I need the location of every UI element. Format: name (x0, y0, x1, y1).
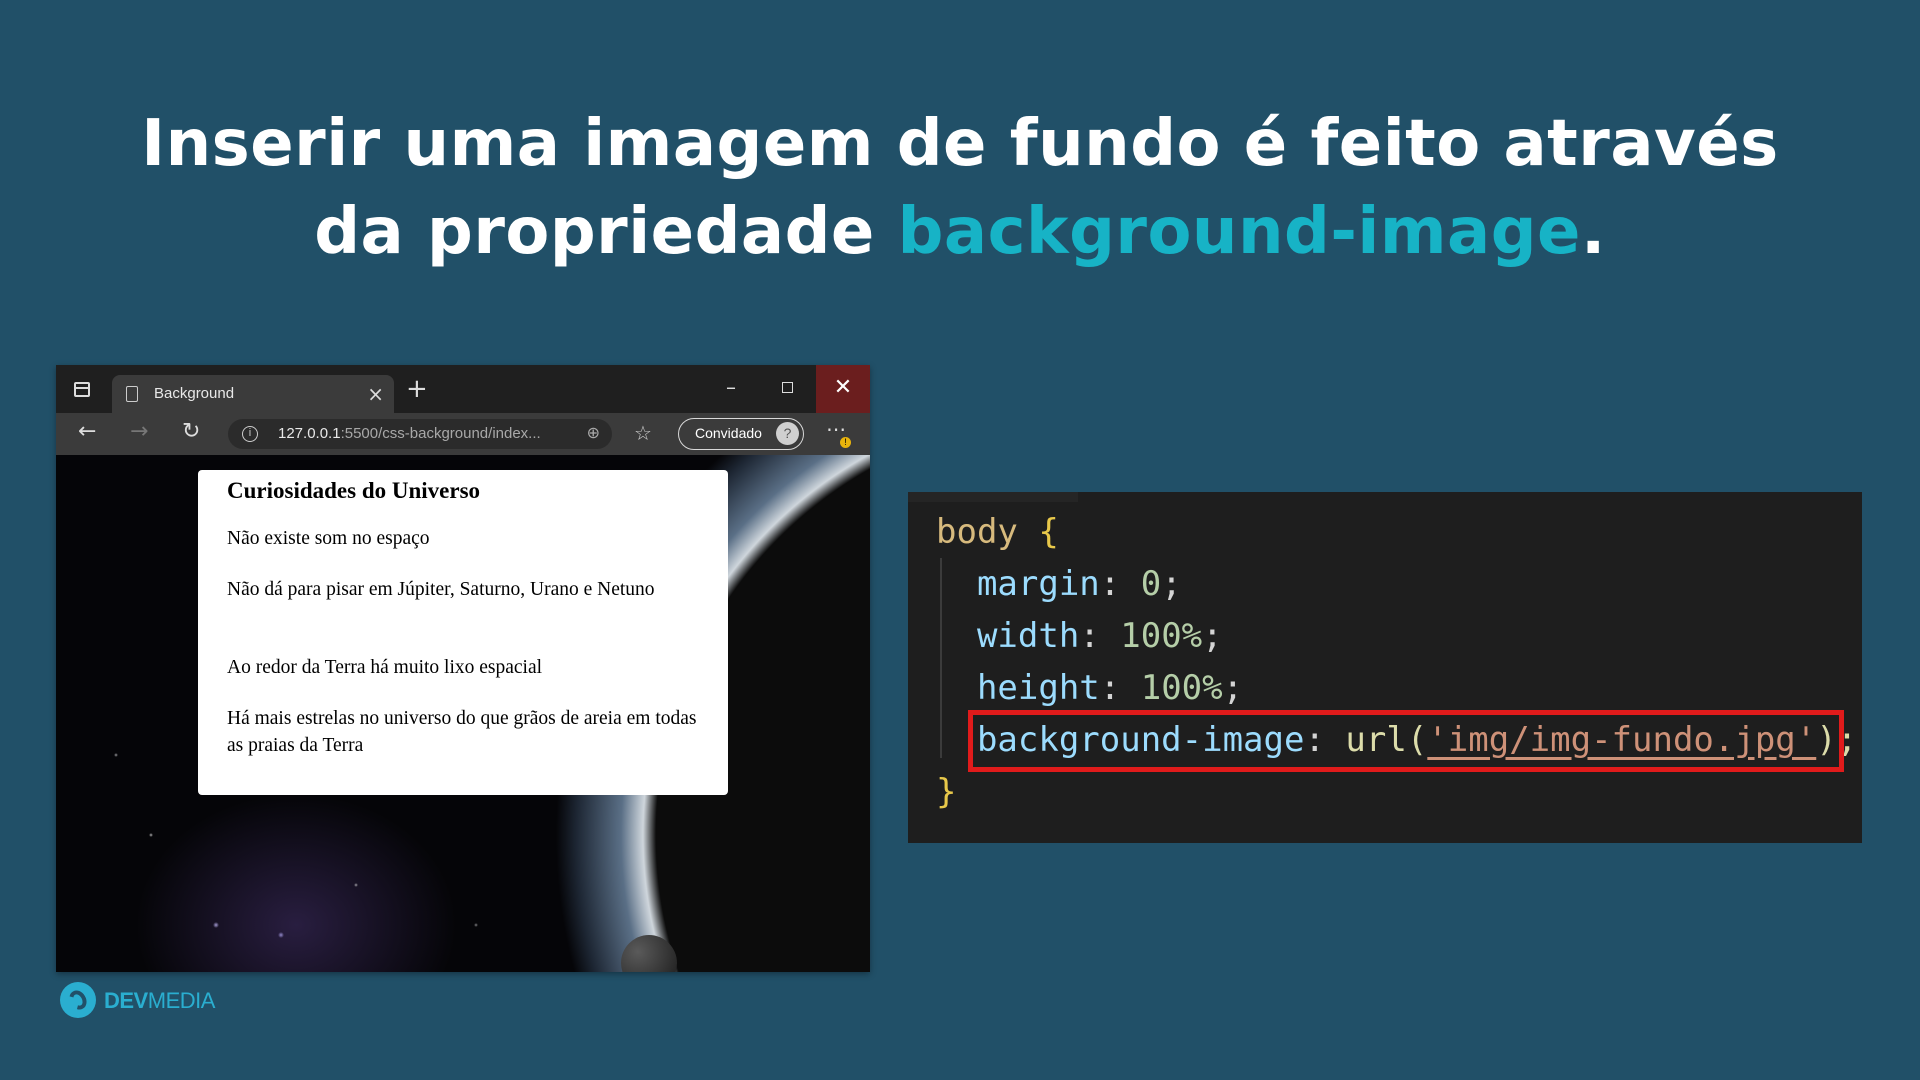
zoom-icon[interactable]: ⊕ (587, 423, 600, 442)
new-tab-button[interactable]: + (406, 375, 428, 403)
back-arrow-icon[interactable]: ← (78, 419, 96, 444)
card-item: Não dá para pisar em Júpiter, Saturno, U… (227, 579, 655, 600)
devmedia-logo-icon (60, 982, 96, 1018)
headline-accent: background-image (897, 195, 1581, 269)
info-icon[interactable]: i (242, 426, 258, 442)
content-card: Curiosidades do Universo Não existe som … (198, 470, 728, 795)
tabs-icon[interactable] (74, 382, 90, 397)
logo-text: DEVMEDIA (104, 988, 215, 1014)
moon-image (621, 935, 677, 972)
code-prop: width (976, 616, 1080, 656)
alert-badge-icon: ! (840, 437, 851, 448)
headline-suffix: . (1580, 195, 1606, 269)
favorites-icon[interactable]: ☆ (634, 421, 652, 445)
code-prop: height (976, 668, 1100, 708)
address-bar[interactable]: i 127.0.0.1:5500/css-background/index...… (228, 419, 612, 449)
card-item: Ao redor da Terra há muito lixo espacial (227, 657, 543, 678)
page-viewport: Curiosidades do Universo Não existe som … (56, 455, 870, 972)
browser-toolbar: ← → ↻ i 127.0.0.1:5500/css-background/in… (56, 413, 870, 455)
profile-label: Convidado (695, 425, 762, 441)
card-item: Há mais estrelas no universo do que grão… (227, 708, 697, 756)
highlight-box (968, 710, 1844, 772)
code-selector: body (936, 512, 1018, 552)
code-prop: margin (976, 564, 1100, 604)
code-open-brace: { (1038, 512, 1059, 552)
url-host: 127.0.0.1 (278, 425, 341, 442)
code-editor-panel: body { margin: 0; width: 100%; height: 1… (908, 492, 1862, 843)
url-path: :5500/css-background/index... (340, 425, 541, 442)
headline-prefix: da propriedade (314, 195, 898, 269)
page-icon (126, 386, 138, 402)
headline: Inserir uma imagem de fundo é feito atra… (0, 100, 1920, 276)
close-icon[interactable]: ✕ (816, 365, 870, 413)
code-close-brace: } (936, 772, 957, 812)
profile-button[interactable]: Convidado ? (678, 418, 804, 450)
code-value: 100% (1120, 616, 1203, 656)
reload-icon[interactable]: ↻ (182, 419, 200, 444)
tab-title: Background (154, 385, 235, 402)
forward-arrow-icon[interactable]: → (130, 419, 148, 444)
avatar-icon: ? (776, 422, 799, 445)
tab-background[interactable]: Background × (112, 375, 394, 413)
tab-close-icon[interactable]: × (367, 382, 384, 406)
headline-line-2: da propriedade background-image. (0, 188, 1920, 276)
maximize-icon[interactable] (782, 382, 793, 393)
code-value: 100% (1140, 668, 1223, 708)
browser-window: Background × + – ✕ ← → ↻ i 127.0.0.1:550… (56, 365, 870, 972)
title-bar: Background × + – ✕ (56, 365, 870, 413)
card-item: Não existe som no espaço (227, 528, 430, 549)
code-value: 0 (1140, 564, 1162, 604)
card-title: Curiosidades do Universo (227, 478, 481, 503)
minimize-icon[interactable]: – (726, 375, 736, 399)
logo-text-regular: MEDIA (147, 988, 216, 1013)
headline-line-1: Inserir uma imagem de fundo é feito atra… (141, 107, 1779, 181)
editor-tab-strip (908, 492, 1078, 502)
logo-text-bold: DEV (104, 988, 148, 1013)
url-text: 127.0.0.1:5500/css-background/index... (278, 425, 541, 442)
